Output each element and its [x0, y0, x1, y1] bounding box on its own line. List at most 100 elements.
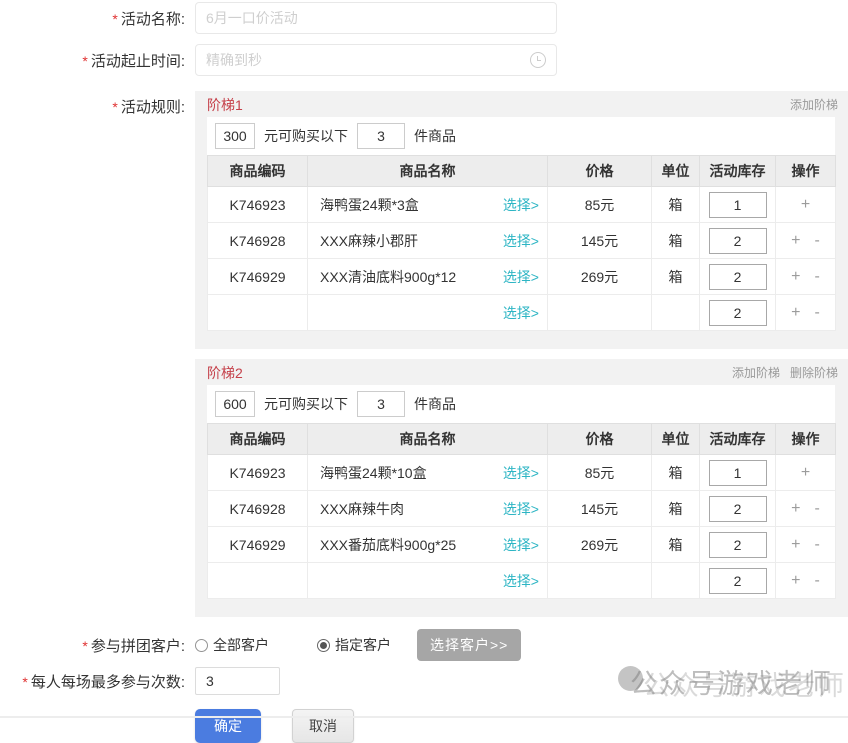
tier-title: 阶梯1 [207, 95, 243, 115]
select-product-link[interactable]: 选择> [503, 231, 539, 251]
product-unit-cell: 箱 [652, 223, 700, 259]
product-code-cell: K746929 [208, 259, 308, 295]
increase-stock-button[interactable]: + [801, 464, 810, 482]
stock-input[interactable]: 2 [709, 568, 767, 594]
increase-stock-button[interactable]: + [791, 268, 800, 286]
product-row: 选择> 2 +- [208, 563, 836, 599]
stock-input[interactable]: 1 [709, 192, 767, 218]
clock-icon [530, 52, 546, 68]
add-tier-link[interactable]: 添加阶梯 [790, 98, 838, 112]
increase-stock-button[interactable]: + [801, 196, 810, 214]
radio-icon[interactable] [195, 639, 208, 652]
tiers-container: 阶梯1 添加阶梯 300 元可购买以下 3 件商品 商品编码商品名称价格单位活动… [195, 91, 848, 617]
activity-name-input[interactable]: 6月一口价活动 [195, 2, 557, 34]
select-customers-button[interactable]: 选择客户>> [417, 629, 521, 661]
product-code-cell: K746928 [208, 223, 308, 259]
product-row: 选择> 2 +- [208, 295, 836, 331]
radio-specified-customers[interactable]: 指定客户 [317, 635, 391, 655]
join-customers-row: *参与拼团客户: 全部客户 指定客户 选择客户>> [0, 631, 848, 659]
stock-input[interactable]: 1 [709, 460, 767, 486]
decrease-stock-button[interactable]: - [815, 572, 820, 590]
stock-input[interactable]: 2 [709, 264, 767, 290]
tier-products-table: 商品编码商品名称价格单位活动库存操作 K746923 海鸭蛋24颗*3盒 选择>… [207, 155, 836, 331]
tier-links: 添加阶梯 [780, 96, 838, 114]
product-price-cell: 145元 [548, 491, 652, 527]
increase-stock-button[interactable]: + [791, 536, 800, 554]
column-header: 单位 [652, 156, 700, 187]
tier-body: 600 元可购买以下 3 件商品 商品编码商品名称价格单位活动库存操作 K746… [207, 385, 835, 599]
add-tier-link[interactable]: 添加阶梯 [732, 366, 780, 380]
column-header: 操作 [776, 424, 836, 455]
select-product-link[interactable]: 选择> [503, 303, 539, 323]
product-ops-cell: +- [776, 527, 836, 563]
column-header: 活动库存 [700, 424, 776, 455]
confirm-button[interactable]: 确定 [195, 709, 261, 743]
product-name: XXX麻辣牛肉 [320, 499, 404, 519]
product-row: K746923 海鸭蛋24颗*3盒 选择> 85元 箱 1 + [208, 187, 836, 223]
product-name: XXX清油底料900g*12 [320, 267, 456, 287]
decrease-stock-button[interactable]: - [815, 536, 820, 554]
stock-input[interactable]: 2 [709, 496, 767, 522]
product-ops-cell: +- [776, 223, 836, 259]
activity-time-input[interactable]: 精确到秒 [195, 44, 557, 76]
products-table-header-row: 商品编码商品名称价格单位活动库存操作 [208, 156, 836, 187]
products-table-header-row: 商品编码商品名称价格单位活动库存操作 [208, 424, 836, 455]
select-product-link[interactable]: 选择> [503, 499, 539, 519]
required-asterisk: * [112, 11, 117, 27]
tier-threshold-row: 300 元可购买以下 3 件商品 [207, 117, 835, 155]
increase-stock-button[interactable]: + [791, 232, 800, 250]
max-join-times-input[interactable]: 3 [195, 667, 280, 695]
tier-header: 阶梯1 添加阶梯 [195, 91, 848, 117]
decrease-stock-button[interactable]: - [815, 268, 820, 286]
column-header: 商品编码 [208, 424, 308, 455]
product-unit-cell: 箱 [652, 491, 700, 527]
remove-tier-link[interactable]: 删除阶梯 [790, 366, 838, 380]
product-row: K746929 XXX清油底料900g*12 选择> 269元 箱 2 +- [208, 259, 836, 295]
tier-amount-input[interactable]: 300 [215, 123, 255, 149]
column-header: 操作 [776, 156, 836, 187]
column-header: 商品名称 [308, 156, 548, 187]
required-asterisk: * [82, 638, 87, 654]
select-product-link[interactable]: 选择> [503, 195, 539, 215]
activity-name-label: *活动名称: [0, 8, 185, 29]
activity-rules-row: *活动规则: 阶梯1 添加阶梯 300 元可购买以下 3 件商品 商品编码商品名… [0, 91, 848, 617]
activity-rules-label: *活动规则: [0, 91, 185, 117]
decrease-stock-button[interactable]: - [815, 304, 820, 322]
activity-time-placeholder: 精确到秒 [206, 50, 262, 70]
product-ops-cell: +- [776, 563, 836, 599]
product-code-cell: K746923 [208, 187, 308, 223]
tier-panel: 阶梯2 添加阶梯删除阶梯 600 元可购买以下 3 件商品 商品编码商品名称价格… [195, 359, 848, 617]
product-row: K746929 XXX番茄底料900g*25 选择> 269元 箱 2 +- [208, 527, 836, 563]
increase-stock-button[interactable]: + [791, 304, 800, 322]
tier-amount-input[interactable]: 600 [215, 391, 255, 417]
product-ops-cell: + [776, 187, 836, 223]
radio-icon[interactable] [317, 639, 330, 652]
select-product-link[interactable]: 选择> [503, 535, 539, 555]
tier-count-suffix-text: 件商品 [414, 394, 456, 414]
activity-name-placeholder: 6月一口价活动 [206, 8, 298, 28]
product-price-cell: 85元 [548, 455, 652, 491]
increase-stock-button[interactable]: + [791, 572, 800, 590]
tier-count-input[interactable]: 3 [357, 391, 405, 417]
select-product-link[interactable]: 选择> [503, 463, 539, 483]
stock-input[interactable]: 2 [709, 228, 767, 254]
radio-all-customers[interactable]: 全部客户 [195, 635, 269, 655]
tier-count-input[interactable]: 3 [357, 123, 405, 149]
tier-threshold-row: 600 元可购买以下 3 件商品 [207, 385, 835, 423]
product-code-cell: K746929 [208, 527, 308, 563]
select-product-link[interactable]: 选择> [503, 267, 539, 287]
stock-input[interactable]: 2 [709, 532, 767, 558]
stock-input[interactable]: 2 [709, 300, 767, 326]
increase-stock-button[interactable]: + [791, 500, 800, 518]
product-ops-cell: +- [776, 259, 836, 295]
product-price-cell: 269元 [548, 259, 652, 295]
tier-body: 300 元可购买以下 3 件商品 商品编码商品名称价格单位活动库存操作 K746… [207, 117, 835, 331]
max-join-times-label: *每人每场最多参与次数: [0, 671, 185, 692]
select-product-link[interactable]: 选择> [503, 571, 539, 591]
product-price-cell: 145元 [548, 223, 652, 259]
product-code-cell [208, 295, 308, 331]
decrease-stock-button[interactable]: - [815, 500, 820, 518]
product-unit-cell: 箱 [652, 455, 700, 491]
cancel-button[interactable]: 取消 [292, 709, 354, 743]
decrease-stock-button[interactable]: - [815, 232, 820, 250]
